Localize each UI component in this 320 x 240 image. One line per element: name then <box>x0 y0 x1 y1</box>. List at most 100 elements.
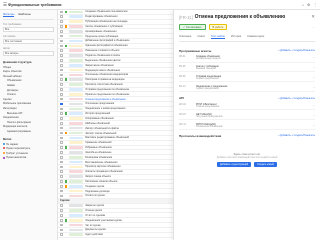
row-checkbox[interactable] <box>60 131 63 135</box>
unlink-icon[interactable]: ⋯ <box>313 114 315 118</box>
detail-tab[interactable]: История <box>231 35 241 39</box>
row-checkbox[interactable] <box>60 122 63 125</box>
detail-tab[interactable]: Связи <box>197 35 205 39</box>
row-checkbox[interactable] <box>60 30 63 33</box>
detail-tab[interactable]: Описание <box>179 35 191 39</box>
tab-templates[interactable]: Шаблоны <box>18 12 30 17</box>
structure-item[interactable]: Уведомления <box>3 116 54 119</box>
row-checkbox[interactable] <box>60 83 63 86</box>
row-checkbox[interactable] <box>60 209 63 212</box>
linked-item[interactable]: API-11 PATCH /listings/{id} Обновление объ… <box>179 122 315 130</box>
row-checkbox[interactable] <box>60 68 63 72</box>
row-checkbox[interactable] <box>60 155 63 159</box>
row-checkbox[interactable] <box>60 10 63 14</box>
close-icon[interactable]: ✕ <box>311 14 315 20</box>
linked-item[interactable]: API-02 POST /offers/cancel Отмена предложе… <box>179 103 315 111</box>
detail-tab[interactable]: Тест-кейсы <box>210 35 225 40</box>
more-icon[interactable]: ··· <box>312 25 315 29</box>
linked-item[interactable]: FR-05 Снятие с публикации Базовый сценарий… <box>179 65 315 73</box>
structure-item[interactable]: Карты объектов <box>3 70 54 73</box>
section-actions[interactable]: + Добавить + Создать/Назначить <box>278 97 315 100</box>
row-checkbox[interactable] <box>60 194 63 198</box>
approve-button[interactable]: ✓ Согласовано <box>179 24 206 31</box>
structure-item[interactable]: Заявки <box>3 84 54 87</box>
row-checkbox[interactable] <box>60 102 63 106</box>
structure-item[interactable]: Поиск и фильтрация <box>3 121 54 124</box>
row-checkbox[interactable] <box>60 160 63 164</box>
unlink-icon[interactable]: ⋯ <box>313 86 315 90</box>
row-checkbox[interactable] <box>60 180 63 183</box>
structure-item[interactable]: Договоры <box>3 89 54 92</box>
row-checkbox[interactable] <box>60 151 63 154</box>
row-checkbox[interactable] <box>60 126 63 130</box>
tab-filters[interactable]: Фильтры <box>3 12 15 17</box>
section-actions[interactable]: + Добавить + Создать/Назначить <box>278 134 315 137</box>
list-item[interactable]: Аудит действий <box>58 233 173 238</box>
filter-input[interactable]: Все <box>3 27 54 32</box>
structure-item[interactable]: Внешние API <box>3 112 54 115</box>
linked-item[interactable]: API-07 GET /offers/{id} Получение предложе… <box>179 113 315 120</box>
structure-item[interactable]: Оплата <box>3 93 54 96</box>
row-checkbox[interactable] <box>60 117 63 120</box>
unlink-icon[interactable]: ⋯ <box>313 66 315 70</box>
structure-item[interactable]: Интеграции <box>3 107 54 110</box>
label-item[interactable]: Требует уточнения <box>3 152 54 155</box>
row-checkbox[interactable] <box>60 88 63 91</box>
label-item[interactable]: Не задано <box>3 143 54 146</box>
row-checkbox[interactable] <box>60 54 63 57</box>
search-icon[interactable]: ⌕ <box>302 3 304 7</box>
row-checkbox[interactable] <box>60 223 63 227</box>
unlink-icon[interactable]: ⋯ <box>313 56 315 60</box>
label-item[interactable]: Нужна аналитика <box>3 156 54 159</box>
structure-item[interactable]: Общее <box>3 66 54 69</box>
row-checkbox[interactable] <box>60 204 63 207</box>
row-checkbox[interactable] <box>60 97 63 101</box>
structure-item[interactable]: Личный кабинет <box>3 75 54 78</box>
row-checkbox[interactable] <box>60 228 63 232</box>
row-checkbox[interactable] <box>60 20 63 23</box>
row-checkbox[interactable] <box>60 107 63 111</box>
row-checkbox[interactable] <box>60 175 63 178</box>
detail-tab[interactable]: Комментарии <box>247 35 264 39</box>
state-button[interactable]: В работе <box>208 24 228 31</box>
row-checkbox[interactable] <box>60 44 63 48</box>
row-checkbox[interactable] <box>60 112 63 115</box>
structure-item[interactable]: Сделки <box>3 98 54 101</box>
row-checkbox[interactable] <box>60 78 63 82</box>
more-icon[interactable]: ⋮ <box>313 3 317 7</box>
row-checkbox[interactable] <box>60 214 63 217</box>
settings-icon[interactable]: ⚙ <box>307 3 310 7</box>
row-checkbox[interactable] <box>60 185 63 188</box>
row-checkbox[interactable] <box>60 73 63 77</box>
add-existing-button[interactable]: Добавить существующий <box>217 161 252 167</box>
row-checkbox[interactable] <box>60 170 63 174</box>
unlink-icon[interactable]: ⋯ <box>313 104 315 108</box>
row-checkbox[interactable] <box>60 63 63 67</box>
label-item[interactable]: Нужно пересмотреть <box>3 147 54 150</box>
row-checkbox[interactable] <box>60 218 63 222</box>
create-new-button[interactable]: Создать новый <box>254 161 277 167</box>
unlink-icon[interactable]: ⋯ <box>313 124 315 128</box>
row-checkbox[interactable] <box>60 34 63 38</box>
structure-item[interactable]: Мобильное приложение <box>3 102 54 105</box>
row-checkbox[interactable] <box>60 49 63 52</box>
filter-input[interactable]: Все авторы <box>3 51 54 56</box>
row-checkbox[interactable] <box>60 233 63 237</box>
linked-item[interactable]: FR-09 Отправка предложения Сервис предложе… <box>179 75 315 83</box>
row-checkbox[interactable] <box>60 189 63 193</box>
row-checkbox[interactable] <box>60 141 63 144</box>
structure-item[interactable]: Администрирование <box>3 130 54 133</box>
row-checkbox[interactable] <box>60 92 63 96</box>
row-checkbox[interactable] <box>60 25 63 28</box>
structure-item[interactable]: Объявления <box>3 79 54 82</box>
row-checkbox[interactable] <box>60 146 63 149</box>
linked-item[interactable]: FR-01 Создание объявления Автоматизация мо… <box>179 55 315 63</box>
row-checkbox[interactable] <box>60 165 63 169</box>
filter-input[interactable]: Все состояния <box>3 39 54 44</box>
linked-item[interactable]: FR-13 Уведомление о предложении Сервис уве… <box>179 85 315 93</box>
row-checkbox[interactable] <box>60 15 63 19</box>
unlink-icon[interactable]: ⋯ <box>313 76 315 80</box>
section-actions[interactable]: + Добавить + Создать/Назначить <box>278 49 315 52</box>
row-checkbox[interactable] <box>60 59 63 62</box>
structure-item[interactable]: Модерация контента <box>3 125 54 128</box>
